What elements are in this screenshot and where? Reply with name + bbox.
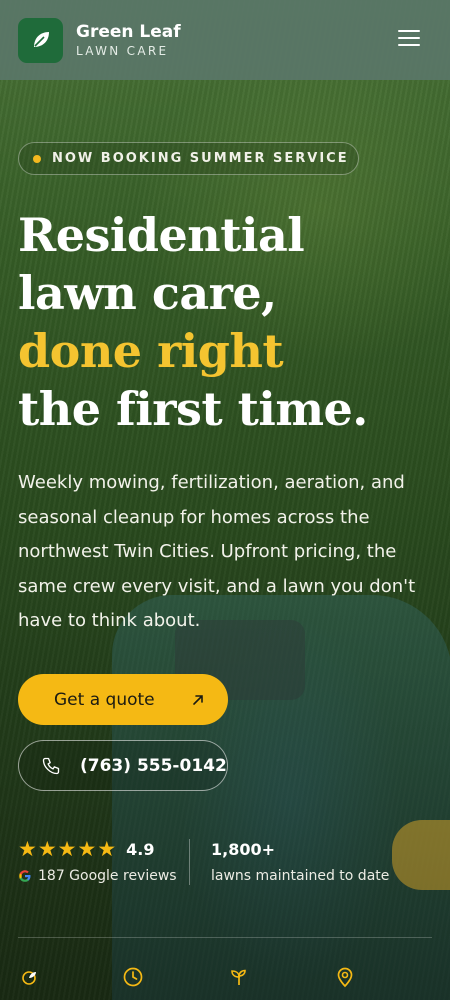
brand-subtitle: LAWN CARE [76,43,169,58]
call-button[interactable]: (763) 555-0142 [18,740,228,791]
get-quote-button[interactable]: Get a quote [18,674,228,725]
phone-number: (763) 555-0142 [80,755,227,776]
feature-icons-row [0,966,450,992]
lawns-count: 1,800+ [211,840,276,859]
stats-row: ★ ★ ★ ★ ★ 4.9 187 Google reviews 1,800+ … [18,838,432,888]
google-icon [19,870,31,882]
star-icon: ★ [18,837,37,861]
reviews-link[interactable]: 187 Google reviews [18,868,177,884]
get-quote-label: Get a quote [54,689,155,710]
status-dot-icon [33,154,41,163]
leaf-icon[interactable] [18,17,63,63]
brand[interactable]: Green Leaf LAWN CARE [76,21,181,58]
leaf-badge-icon [22,971,36,985]
brand-name: Green Leaf [76,21,181,42]
app-screen: Green Leaf LAWN CARE NOW BOOKING SUMMER … [0,0,450,1000]
section-divider [18,937,432,938]
stats-divider [189,839,190,885]
star-icon: ★ [77,837,97,861]
star-icon: ★ [97,837,117,861]
headline-accent: done right [18,324,284,378]
booking-badge-text: NOW BOOKING SUMMER SERVICE [52,151,349,166]
hero-description: Weekly mowing, fertilization, aeration, … [18,472,416,631]
rating-value: 4.9 [126,839,155,859]
star-icon: ★ [57,837,77,861]
sprout-icon [231,969,246,985]
site-header: Green Leaf LAWN CARE [0,0,450,80]
rating-stars: ★ ★ ★ ★ ★ 4.9 [18,838,154,860]
lawns-label: lawns maintained to date [211,868,390,884]
booking-badge: NOW BOOKING SUMMER SERVICE [18,142,359,175]
location-pin-icon [337,967,353,988]
phone-icon [42,757,60,774]
headline-line-2: lawn care, [18,266,277,320]
star-icon: ★ [37,837,57,861]
hero-headline: Residential lawn care, done right the fi… [18,206,438,438]
reviews-count: 187 Google reviews [38,868,177,884]
hamburger-menu-icon[interactable] [398,30,420,50]
headline-line-4: the first time. [18,382,368,436]
arrow-up-right-icon [192,694,203,705]
headline-line-1: Residential [18,208,305,262]
clock-icon [123,967,143,987]
